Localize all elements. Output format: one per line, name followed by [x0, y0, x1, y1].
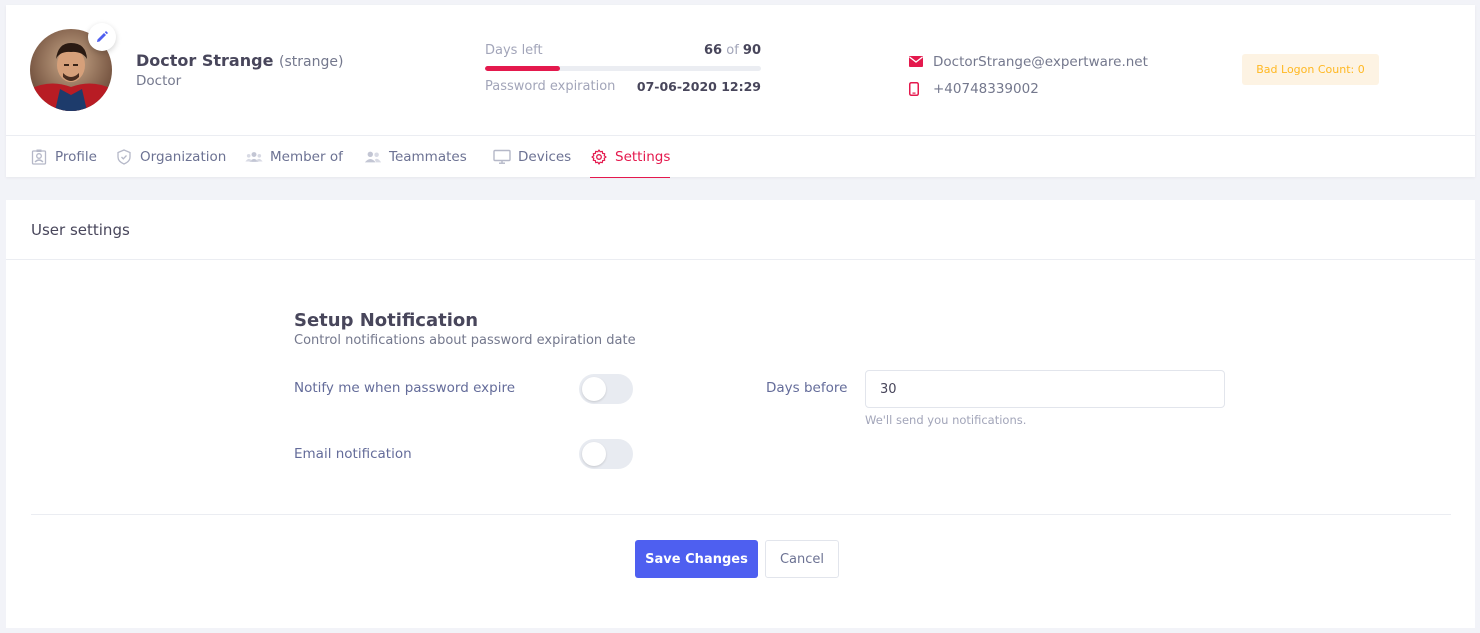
email-notification-label: Email notification [294, 446, 412, 462]
cancel-button[interactable]: Cancel [765, 540, 839, 578]
days-total: 90 [742, 43, 761, 58]
user-header-card: Doctor Strange (strange) Doctor Days lef… [6, 5, 1475, 178]
user-login: (strange) [279, 54, 344, 70]
days-left-label: Days left [485, 43, 543, 58]
password-expiration-date: 07-06-2020 12:29 [636, 79, 761, 94]
monitor-icon [493, 148, 511, 166]
tab-label: Profile [55, 149, 97, 165]
tab-label: Settings [615, 148, 671, 165]
tab-label: Member of [270, 149, 343, 165]
tab-label: Teammates [389, 149, 467, 165]
tab-label: Devices [518, 149, 572, 165]
days-before-input[interactable] [865, 370, 1225, 408]
password-expiration-label: Password expiration [485, 79, 616, 94]
tab-label: Organization [140, 149, 227, 165]
group-icon [245, 148, 263, 166]
user-phone[interactable]: +40748339002 [933, 81, 1039, 97]
email-notification-toggle[interactable] [579, 439, 633, 469]
days-left-value: 66 of 90 [704, 43, 761, 58]
gear-icon [590, 148, 608, 166]
tab-devices[interactable]: Devices [493, 136, 571, 178]
profile-tabs: Profile Organization Member of Teammates… [6, 135, 1475, 178]
shield-icon [115, 148, 133, 166]
notify-expire-toggle[interactable] [579, 374, 633, 404]
form-divider [31, 514, 1451, 515]
contact-info: DoctorStrange@expertware.net +4074833900… [909, 48, 1148, 102]
phone-icon [909, 81, 923, 96]
bad-logon-badge: Bad Logon Count: 0 [1242, 54, 1379, 85]
tab-teammates[interactable]: Teammates [364, 136, 467, 178]
user-email[interactable]: DoctorStrange@expertware.net [933, 54, 1148, 70]
toggle-knob [582, 377, 606, 401]
days-left-of: of [726, 43, 739, 58]
tab-member-of[interactable]: Member of [245, 136, 343, 178]
days-before-hint: We'll send you notifications. [865, 413, 1027, 427]
password-status: Days left 66 of 90 Password expiration 0… [485, 43, 761, 94]
days-before-label: Days before [766, 380, 848, 396]
user-role: Doctor [136, 73, 182, 89]
tab-profile[interactable]: Profile [30, 136, 97, 178]
avatar-container [30, 23, 116, 111]
profile-icon [30, 148, 48, 166]
section-subtitle: Control notifications about password exp… [294, 333, 636, 348]
mail-icon [909, 55, 923, 69]
user-settings-card: User settings Setup Notification Control… [6, 200, 1475, 628]
edit-avatar-button[interactable] [88, 23, 116, 51]
toggle-knob [582, 442, 606, 466]
users-icon [364, 148, 382, 166]
tab-settings[interactable]: Settings [590, 136, 671, 178]
pencil-icon [96, 28, 108, 47]
days-left-count: 66 [704, 43, 723, 58]
days-left-progress [485, 66, 761, 71]
user-full-name: Doctor Strange [136, 51, 274, 70]
section-title: Setup Notification [294, 310, 479, 331]
save-changes-button[interactable]: Save Changes [635, 540, 758, 578]
card-title: User settings [6, 200, 1475, 260]
tab-organization[interactable]: Organization [115, 136, 226, 178]
days-left-progress-fill [485, 66, 560, 71]
notify-expire-label: Notify me when password expire [294, 380, 516, 396]
user-name-line: Doctor Strange (strange) [136, 51, 343, 70]
